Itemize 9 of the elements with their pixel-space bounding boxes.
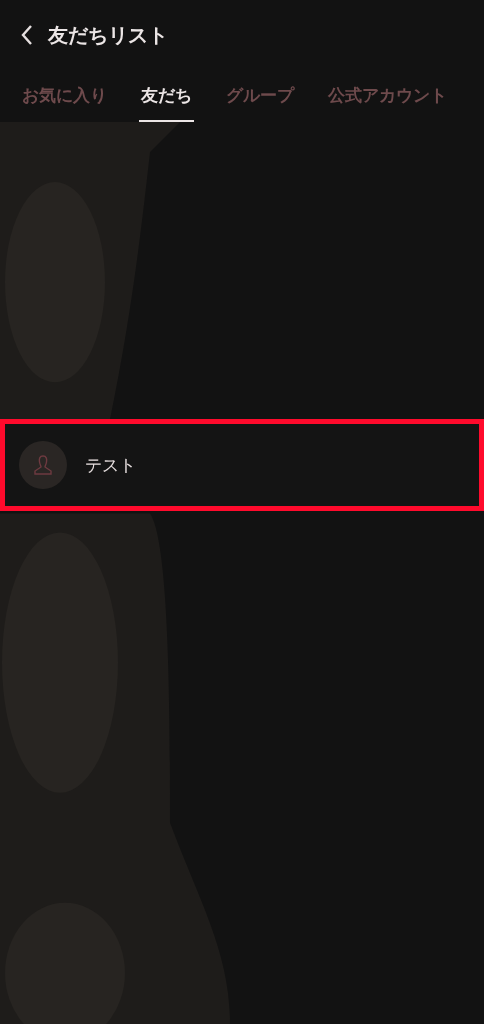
back-icon — [20, 24, 34, 46]
tab[interactable]: お気に入り — [20, 70, 109, 122]
tab[interactable]: 公式アカウント — [326, 70, 449, 122]
friend-row[interactable]: テスト — [0, 419, 484, 511]
person-icon — [33, 454, 53, 476]
friend-name: テスト — [85, 453, 136, 477]
back-button[interactable] — [20, 24, 34, 46]
tab[interactable]: グループ — [224, 70, 296, 122]
page-title: 友だちリスト — [48, 21, 168, 49]
